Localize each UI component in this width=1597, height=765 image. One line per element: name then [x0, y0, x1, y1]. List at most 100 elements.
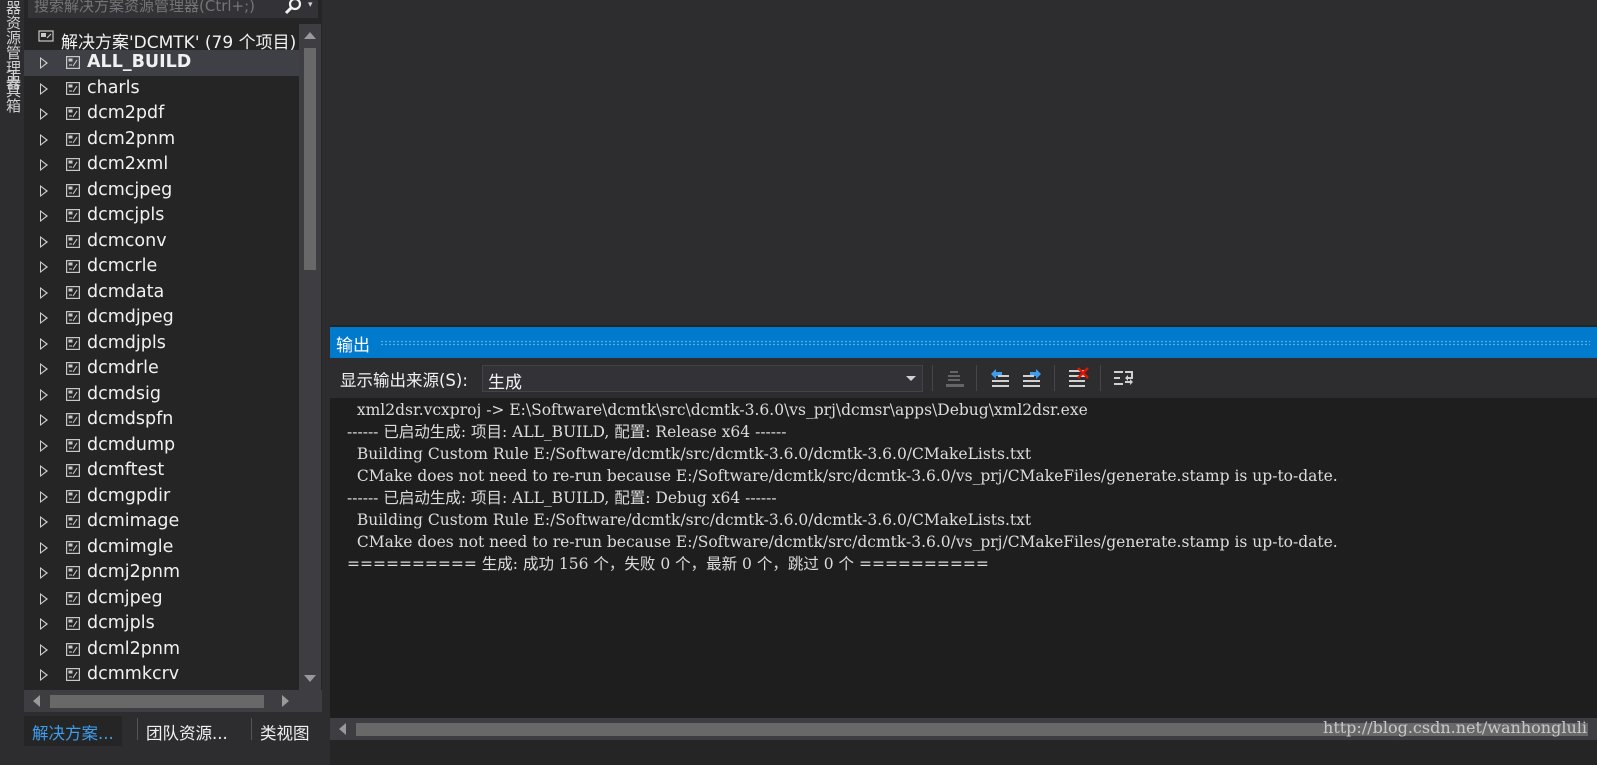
toggle-word-wrap-icon[interactable] [1112, 366, 1136, 390]
expand-arrow-icon[interactable] [40, 159, 48, 171]
project-icon [66, 464, 80, 477]
solution-node[interactable]: 解决方案'DCMTK' (79 个项目) [24, 26, 299, 53]
project-label: dcmdata [87, 281, 165, 302]
expand-arrow-icon[interactable] [40, 490, 48, 503]
scroll-right-arrow-icon[interactable] [282, 695, 289, 707]
project-label: dcmdump [87, 434, 176, 455]
scroll-left-arrow-icon[interactable] [339, 723, 346, 735]
expand-arrow-icon[interactable] [40, 592, 48, 605]
expand-arrow-icon[interactable] [40, 643, 48, 656]
project-icon [66, 413, 80, 426]
clear-all-icon[interactable] [1066, 366, 1090, 390]
project-icon [66, 132, 80, 146]
expand-arrow-icon[interactable] [40, 541, 48, 554]
solution-search-box[interactable]: ▾ [28, 0, 318, 18]
tree-horizontal-scroll-thumb[interactable] [50, 695, 264, 708]
project-label: dcmdjpls [87, 332, 166, 353]
expand-arrow-icon[interactable] [40, 567, 48, 579]
project-node[interactable]: dcmftest [24, 458, 299, 484]
output-horizontal-scrollbar[interactable]: http://blog.csdn.net/wanhongluli [330, 718, 1597, 740]
project-icon [66, 540, 80, 554]
project-icon [66, 336, 80, 350]
output-title-bar[interactable]: 输出 [330, 327, 1597, 358]
expand-arrow-icon[interactable] [40, 133, 48, 146]
project-label: dcmgpdir [87, 485, 171, 506]
project-node[interactable]: dcmj2pnm [24, 560, 299, 586]
previous-message-icon[interactable] [988, 366, 1012, 390]
expand-arrow-icon[interactable] [40, 388, 48, 401]
project-node[interactable]: dcmgpdir [24, 484, 299, 510]
project-node[interactable]: dcm2pdf [24, 101, 299, 127]
expand-arrow-icon[interactable] [40, 184, 48, 197]
expand-arrow-icon[interactable] [40, 286, 48, 299]
project-icon [66, 158, 80, 171]
tree-vertical-scrollbar[interactable] [299, 24, 321, 690]
project-node[interactable]: dcmimage [24, 509, 299, 535]
output-title: 输出 [336, 336, 370, 356]
project-node[interactable]: dcmdrle [24, 356, 299, 382]
expand-arrow-icon[interactable] [40, 516, 48, 528]
expand-arrow-icon[interactable] [40, 337, 48, 350]
project-label: dcml2pnm [87, 638, 181, 659]
expand-arrow-icon[interactable] [40, 669, 48, 681]
project-node[interactable]: dcm2xml [24, 152, 299, 178]
project-node[interactable]: dcmcrle [24, 254, 299, 280]
chevron-down-icon[interactable]: ▾ [308, 0, 316, 10]
project-label: dcmcjpls [87, 205, 165, 225]
toolbox-tab[interactable]: 工具箱 [3, 68, 24, 113]
tab-team-explorer[interactable]: 团队资源... [138, 716, 236, 746]
expand-arrow-icon[interactable] [40, 312, 48, 324]
toolbar-separator [1054, 365, 1055, 391]
scroll-left-arrow-icon[interactable] [33, 695, 40, 707]
project-label: dcmmkcrv [87, 664, 180, 684]
scroll-up-arrow-icon[interactable] [304, 32, 316, 39]
project-node[interactable]: dcmdsig [24, 382, 299, 408]
project-node[interactable]: dcml2pnm [24, 637, 299, 663]
expand-arrow-icon[interactable] [40, 261, 48, 273]
project-node[interactable]: dcmjpls [24, 611, 299, 637]
project-node[interactable]: dcmdjpeg [24, 305, 299, 331]
tree-vertical-scroll-thumb[interactable] [304, 48, 316, 270]
project-node[interactable]: charls [24, 76, 299, 102]
find-message-in-code-icon[interactable] [944, 366, 968, 390]
project-node[interactable]: dcmdump [24, 433, 299, 459]
scroll-down-arrow-icon[interactable] [304, 675, 316, 682]
expand-arrow-icon[interactable] [40, 414, 48, 426]
project-node[interactable]: dcmimgle [24, 535, 299, 561]
expand-arrow-icon[interactable] [40, 618, 48, 630]
project-node[interactable]: dcm2pnm [24, 127, 299, 153]
expand-arrow-icon[interactable] [40, 210, 48, 222]
solution-tree: 解决方案'DCMTK' (79 个项目) ALL_BUILD charls dcm2… [24, 24, 299, 690]
solution-explorer-bottom-tabs: 解决方案... 团队资源... 类视图 [24, 712, 322, 765]
tab-class-view[interactable]: 类视图 [252, 716, 318, 746]
expand-arrow-icon[interactable] [40, 108, 48, 120]
search-icon[interactable] [282, 0, 304, 16]
output-line: ------ 已启动生成: 项目: ALL_BUILD, 配置: Release… [347, 423, 787, 441]
solution-search-input[interactable] [28, 0, 283, 18]
expand-arrow-icon[interactable] [40, 57, 48, 69]
expand-arrow-icon[interactable] [40, 465, 48, 477]
output-source-select[interactable]: 生成 [482, 365, 923, 393]
project-node[interactable]: dcmdata [24, 280, 299, 306]
project-node[interactable]: dcmcjpls [24, 203, 299, 229]
project-node[interactable]: ALL_BUILD [24, 50, 299, 76]
expand-arrow-icon[interactable] [40, 363, 48, 375]
project-node[interactable]: dcmconv [24, 229, 299, 255]
expand-arrow-icon[interactable] [40, 439, 48, 452]
output-toolbar: 显示输出来源(S): 生成 [330, 358, 1597, 398]
project-node[interactable]: dcmdspfn [24, 407, 299, 433]
tab-solution-explorer[interactable]: 解决方案... [24, 716, 122, 746]
output-text-area[interactable]: xml2dsr.vcxproj -> E:\Software\dcmtk\src… [330, 398, 1597, 718]
panel-splitter[interactable] [322, 0, 330, 765]
project-label: dcmftest [87, 460, 165, 480]
output-line: ------ 已启动生成: 项目: ALL_BUILD, 配置: Debug x… [347, 489, 777, 507]
expand-arrow-icon[interactable] [40, 235, 48, 248]
project-node[interactable]: dcmmkcrv [24, 662, 299, 688]
tree-horizontal-scrollbar[interactable] [24, 690, 322, 712]
project-icon [66, 311, 80, 324]
next-message-icon[interactable] [1020, 366, 1044, 390]
project-node[interactable]: dcmdjpls [24, 331, 299, 357]
project-node[interactable]: dcmjpeg [24, 586, 299, 612]
project-node[interactable]: dcmcjpeg [24, 178, 299, 204]
expand-arrow-icon[interactable] [40, 82, 48, 95]
